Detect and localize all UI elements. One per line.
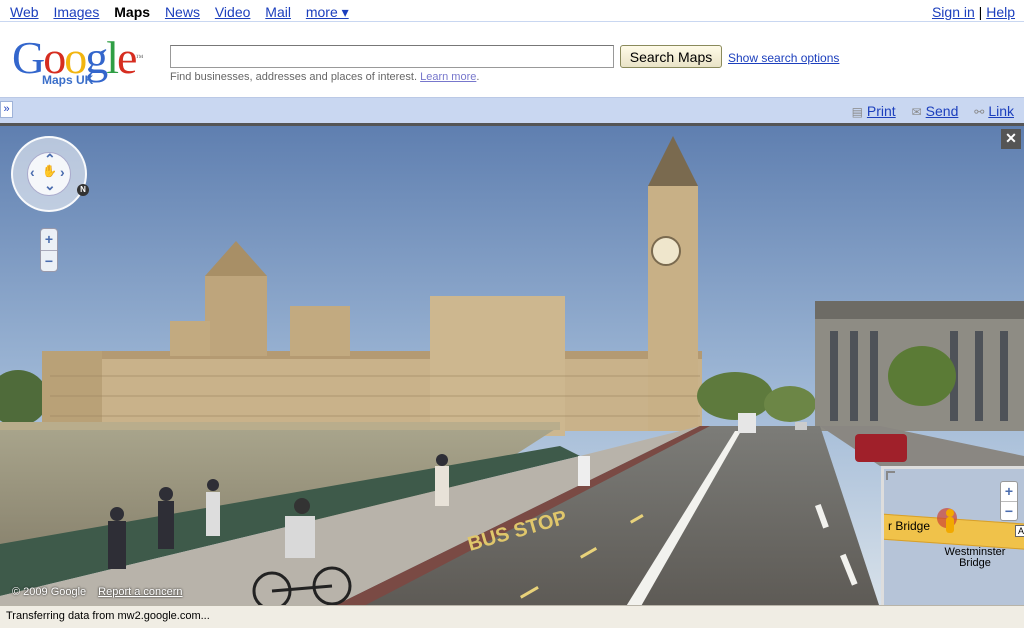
expand-panel-button[interactable]: » <box>0 101 13 118</box>
imagery-attribution: © 2009 Google Report a concern <box>12 586 183 598</box>
pan-left-icon[interactable]: ‹ <box>30 164 35 180</box>
search-maps-button[interactable]: Search Maps <box>620 45 722 68</box>
pan-down-icon[interactable]: ⌄ <box>44 177 56 194</box>
send-action[interactable]: ✉ Send <box>912 103 959 119</box>
envelope-icon: ✉ <box>911 105 922 119</box>
send-link[interactable]: Send <box>926 103 959 119</box>
print-link[interactable]: Print <box>867 103 896 119</box>
chain-link-icon: ⚯ <box>974 105 985 119</box>
nav-news[interactable]: News <box>165 4 200 20</box>
zoom-in-button[interactable]: + <box>41 229 57 250</box>
pan-control-ring[interactable]: ⌃ ⌄ ‹ › ✋ N <box>11 136 89 212</box>
report-concern-link[interactable]: Report a concern <box>98 586 182 598</box>
browser-status-bar: Transferring data from mw2.google.com... <box>0 605 1024 628</box>
sign-in-link[interactable]: Sign in <box>932 4 975 20</box>
link-link[interactable]: Link <box>988 103 1014 119</box>
nav-mail[interactable]: Mail <box>265 4 291 20</box>
account-links: Sign in | Help <box>932 4 1015 20</box>
westminster-street-view-image: BUS STOP <box>0 126 1024 605</box>
print-action[interactable]: ▤ Print <box>852 103 896 119</box>
compass-north-indicator: N <box>77 184 89 196</box>
search-hint: Find businesses, addresses and places of… <box>170 71 479 83</box>
hint-period: . <box>476 71 480 83</box>
pan-control-center[interactable]: ⌃ ⌄ ‹ › ✋ <box>27 151 71 196</box>
minimap-resize-corner-icon[interactable] <box>886 471 895 480</box>
panorama-zoom-control: + − <box>40 228 58 272</box>
search-input[interactable] <box>170 45 614 68</box>
minimap-zoom-in-button[interactable]: + <box>1001 482 1017 501</box>
account-separator: | <box>978 4 983 20</box>
printer-icon: ▤ <box>851 105 863 119</box>
nav-maps: Maps <box>114 4 151 20</box>
zoom-out-button[interactable]: − <box>41 251 57 272</box>
copyright-text: © 2009 Google <box>12 586 87 598</box>
search-hint-text: Find businesses, addresses and places of… <box>170 71 418 83</box>
nav-images[interactable]: Images <box>53 4 99 20</box>
hand-grab-icon: ✋ <box>42 164 57 178</box>
minimap-marker-a[interactable]: A <box>1015 525 1024 537</box>
show-search-options-link[interactable]: Show search options <box>728 51 839 65</box>
help-link[interactable]: Help <box>986 4 1015 20</box>
map-toolbar: » ▤ Print ✉ Send ⚯ Link <box>0 97 1024 123</box>
street-view-minimap[interactable]: r Bridge Westminster Bridge + − A <box>881 466 1024 605</box>
search-header: Google™ Maps UK Search Maps Show search … <box>0 23 1024 96</box>
google-maps-logo[interactable]: Google™ Maps UK <box>12 35 162 91</box>
minimap-place-label: Westminster Bridge <box>944 546 1006 569</box>
close-street-view-button[interactable]: ✕ <box>1001 129 1021 149</box>
learn-more-link[interactable]: Learn more <box>420 71 476 83</box>
pegman-icon[interactable] <box>936 507 958 537</box>
nav-web[interactable]: Web <box>10 4 39 20</box>
status-text: Transferring data from mw2.google.com... <box>6 610 210 622</box>
map-actions: ▤ Print ✉ Send ⚯ Link <box>840 103 1014 119</box>
link-action[interactable]: ⚯ Link <box>974 103 1014 119</box>
street-view-panorama[interactable]: BUS STOP ✕ ⌃ ⌄ ‹ › ✋ N + − © 2009 Google… <box>0 123 1024 605</box>
minimap-zoom-control: + − <box>1000 481 1018 521</box>
nav-more[interactable]: more ▾ <box>306 4 349 20</box>
nav-video[interactable]: Video <box>215 4 251 20</box>
top-navigation: Web Images Maps News Video Mail more ▾ S… <box>0 0 1024 22</box>
minimap-road-name: r Bridge <box>888 519 931 533</box>
pan-right-icon[interactable]: › <box>60 164 65 180</box>
minimap-zoom-out-button[interactable]: − <box>1001 502 1017 521</box>
service-links: Web Images Maps News Video Mail more ▾ <box>10 4 360 21</box>
logo-subtitle: Maps UK <box>42 73 94 87</box>
